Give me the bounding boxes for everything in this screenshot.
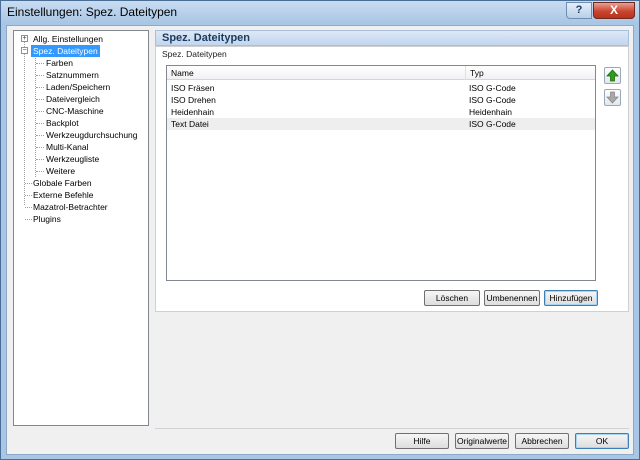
collapse-icon[interactable]: −: [21, 47, 28, 54]
tree-connector: [36, 63, 44, 64]
tree-connector: [36, 99, 44, 100]
list-header: Name Typ: [167, 66, 595, 80]
tree-item-externe-befehle[interactable]: Externe Befehle: [31, 189, 95, 201]
tree-item-globale-farben[interactable]: Globale Farben: [31, 177, 94, 189]
table-row[interactable]: Text Datei ISO G-Code: [167, 118, 595, 130]
filetypes-group: Spez. Dateitypen Name Typ ISO Fräsen ISO…: [155, 46, 629, 312]
cell-typ: ISO G-Code: [469, 119, 516, 129]
group-title: Spez. Dateitypen: [162, 49, 227, 59]
footer-divider: [155, 428, 629, 429]
green-up-arrow-icon: [606, 69, 619, 82]
tree-item-label: Plugins: [33, 214, 61, 224]
help-title-button[interactable]: ?: [566, 2, 592, 19]
cell-typ: ISO G-Code: [469, 95, 516, 105]
tree-connector: [36, 111, 44, 112]
tree-item-multi-kanal[interactable]: Multi-Kanal: [44, 141, 91, 153]
cell-name: Heidenhain: [171, 107, 215, 117]
tree-item-backplot[interactable]: Backplot: [44, 117, 81, 129]
tree-item-werkzeugliste[interactable]: Werkzeugliste: [44, 153, 101, 165]
settings-tree[interactable]: + Allg. Einstellungen − Spez. Dateitypen…: [13, 30, 149, 426]
tree-item-label: CNC-Maschine: [46, 106, 104, 116]
tree-item-mazatrol-betrachter[interactable]: Mazatrol-Betrachter: [31, 201, 110, 213]
gray-down-arrow-icon: [606, 91, 619, 104]
help-button[interactable]: Hilfe: [395, 433, 449, 449]
rename-button[interactable]: Umbenennen: [484, 290, 540, 306]
tree-item-label: Multi-Kanal: [46, 142, 89, 152]
column-header-name[interactable]: Name: [167, 66, 465, 80]
page-title: Spez. Dateitypen: [155, 30, 629, 46]
tree-connector: [36, 135, 44, 136]
tree-item-label: Laden/Speichern: [46, 82, 111, 92]
cell-typ: Heidenhain: [469, 107, 513, 117]
tree-item-plugins[interactable]: Plugins: [31, 213, 63, 225]
tree-item-label: Spez. Dateitypen: [31, 45, 100, 57]
tree-item-farben[interactable]: Farben: [44, 57, 75, 69]
window-title: Einstellungen: Spez. Dateitypen: [7, 5, 178, 19]
tree-item-label: Farben: [46, 58, 73, 68]
tree-item-label: Globale Farben: [33, 178, 92, 188]
tree-item-label: Externe Befehle: [33, 190, 94, 200]
tree-connector: [36, 171, 44, 172]
delete-button[interactable]: Löschen: [424, 290, 480, 306]
cell-typ: ISO G-Code: [469, 83, 516, 93]
cell-name: Text Datei: [171, 119, 209, 129]
ok-button[interactable]: OK: [575, 433, 629, 449]
add-button[interactable]: Hinzufügen: [544, 290, 598, 306]
close-button[interactable]: X: [593, 2, 635, 19]
tree-connector: [36, 147, 44, 148]
tree-item-label: Weitere: [46, 166, 76, 176]
tree-item-label: Dateivergleich: [46, 94, 100, 104]
tree-connector: [36, 159, 44, 160]
tree-item-label: Backplot: [46, 118, 79, 128]
table-row[interactable]: Heidenhain Heidenhain: [167, 106, 595, 118]
dialog-client-area: + Allg. Einstellungen − Spez. Dateitypen…: [6, 25, 634, 455]
defaults-button[interactable]: Originalwerte: [455, 433, 509, 449]
tree-item-label: Satznummern: [46, 70, 99, 80]
tree-item-werkzeugdurchsuchung[interactable]: Werkzeugdurchsuchung: [44, 129, 140, 141]
cell-name: ISO Drehen: [171, 95, 216, 105]
tree-item-cnc-maschine[interactable]: CNC-Maschine: [44, 105, 106, 117]
tree-item-label: Mazatrol-Betrachter: [33, 202, 108, 212]
column-header-typ[interactable]: Typ: [465, 66, 595, 80]
title-bar[interactable]: Einstellungen: Spez. Dateitypen ? X: [1, 1, 639, 23]
cell-name: ISO Fräsen: [171, 83, 215, 93]
tree-connector: [36, 123, 44, 124]
tree-item-weitere[interactable]: Weitere: [44, 165, 77, 177]
move-up-button[interactable]: [604, 67, 621, 84]
expand-icon[interactable]: +: [21, 35, 28, 42]
move-down-button[interactable]: [604, 89, 621, 106]
cancel-button[interactable]: Abbrechen: [515, 433, 569, 449]
tree-item-label: Werkzeugliste: [46, 154, 100, 164]
filetypes-list[interactable]: Name Typ ISO Fräsen ISO G-Code ISO Drehe…: [166, 65, 596, 281]
table-row[interactable]: ISO Drehen ISO G-Code: [167, 94, 595, 106]
tree-item-label: Werkzeugdurchsuchung: [46, 130, 138, 140]
tree-connector: [36, 75, 44, 76]
settings-dialog: Einstellungen: Spez. Dateitypen ? X + Al…: [0, 0, 640, 460]
tree-item-label: Allg. Einstellungen: [33, 34, 103, 44]
table-row[interactable]: ISO Fräsen ISO G-Code: [167, 82, 595, 94]
tree-item-laden-speichern[interactable]: Laden/Speichern: [44, 81, 112, 93]
tree-item-dateivergleich[interactable]: Dateivergleich: [44, 93, 102, 105]
tree-connector: [36, 87, 44, 88]
tree-line-root: [24, 39, 25, 205]
tree-item-satznummern[interactable]: Satznummern: [44, 69, 101, 81]
